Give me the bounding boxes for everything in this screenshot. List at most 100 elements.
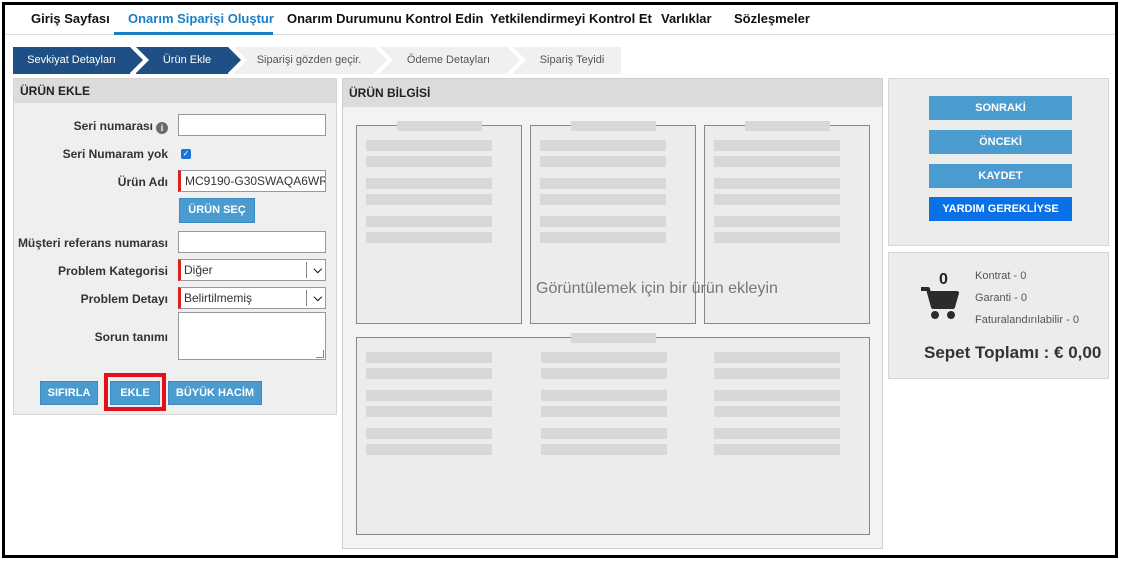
placeholder-bar — [540, 156, 666, 167]
step-label: Ödeme Detayları — [406, 54, 491, 66]
step-arrow — [507, 47, 520, 73]
step-arrow — [228, 47, 241, 73]
placeholder-bar — [541, 352, 667, 363]
info-icon[interactable]: i — [156, 122, 168, 134]
save-button[interactable]: KAYDET — [929, 164, 1072, 188]
placeholder-bar — [714, 428, 840, 439]
placeholder-bar — [714, 156, 840, 167]
add-product-panel: ÜRÜN EKLE Seri numarası i Seri Numaram yo… — [13, 78, 337, 415]
nav-create-repair-order[interactable]: Onarım Siparişi Oluştur — [128, 11, 274, 26]
product-name-label: Ürün Adı — [117, 175, 168, 189]
placeholder-bar — [366, 178, 492, 189]
nav-home[interactable]: Giriş Sayfası — [31, 11, 110, 26]
cart-total: Sepet Toplamı : € 0,00 — [924, 343, 1102, 362]
placeholder-bar — [366, 156, 492, 167]
placeholder-tab — [397, 121, 482, 131]
placeholder-bar — [714, 390, 840, 401]
product-info-panel: ÜRÜN BİLGİSİ Görüntülemek için bir ürün … — [342, 78, 883, 549]
step-shipping-details[interactable]: Sevkiyat Detayları — [13, 47, 143, 74]
nav-contracts[interactable]: Sözleşmeler — [734, 11, 810, 26]
placeholder-bar — [540, 178, 666, 189]
step-arrow — [130, 47, 143, 73]
placeholder-bar — [714, 178, 840, 189]
resize-grip-icon[interactable] — [316, 350, 324, 358]
step-add-product[interactable]: Ürün Ekle — [136, 47, 241, 74]
placeholder-bar — [541, 444, 667, 455]
placeholder-bar — [541, 368, 667, 379]
placeholder-card-wide — [356, 333, 870, 535]
problem-detail-select[interactable]: Belirtilmemiş ⌵ — [178, 287, 326, 309]
top-navigation: Giriş Sayfası Onarım Siparişi Oluştur On… — [5, 5, 1115, 35]
problem-category-select[interactable]: Diğer ⌵ — [178, 259, 326, 281]
actions-panel: SONRAKİ ÖNCEKİ KAYDET YARDIM GEREKLİYSE — [888, 78, 1109, 246]
placeholder-bar — [366, 390, 492, 401]
step-label: Siparişi gözden geçir. — [256, 54, 362, 66]
add-product-title: ÜRÜN EKLE — [14, 79, 336, 103]
placeholder-bar — [714, 216, 840, 227]
problem-description-label: Sorun tanımı — [94, 330, 168, 344]
product-info-title: ÜRÜN BİLGİSİ — [343, 79, 882, 107]
chevron-down-icon: ⌵ — [313, 292, 322, 304]
cart-count: 0 — [939, 271, 948, 288]
app-frame: Giriş Sayfası Onarım Siparişi Oluştur On… — [2, 2, 1118, 558]
cart-billable-count: Faturalandırılabilir - 0 — [975, 314, 1079, 326]
placeholder-bar — [540, 140, 666, 151]
problem-detail-label: Problem Detayı — [80, 292, 168, 306]
step-review-order[interactable]: Siparişi gözden geçir. — [234, 47, 387, 74]
customer-reference-input[interactable] — [178, 231, 326, 253]
add-button-highlight — [104, 373, 166, 411]
placeholder-bar — [714, 444, 840, 455]
empty-product-message: Görüntülemek için bir ürün ekleyin — [536, 280, 778, 297]
select-separator — [306, 290, 307, 306]
help-button[interactable]: YARDIM GEREKLİYSE — [929, 197, 1072, 221]
cart-summary-panel: 0 Kontrat - 0 Garanti - 0 Faturalandırıl… — [888, 252, 1109, 379]
step-label: Sipariş Teyidi — [539, 54, 605, 66]
select-product-button[interactable]: ÜRÜN SEÇ — [179, 198, 255, 223]
nav-assets[interactable]: Varlıklar — [661, 11, 712, 26]
no-serial-checkbox[interactable]: ✓ — [181, 149, 191, 159]
placeholder-bar — [714, 232, 840, 243]
placeholder-tab — [571, 121, 656, 131]
placeholder-bar — [714, 406, 840, 417]
placeholder-bar — [714, 140, 840, 151]
product-name-input[interactable] — [178, 170, 326, 192]
placeholder-bar — [366, 194, 492, 205]
placeholder-bar — [541, 428, 667, 439]
problem-description-textarea[interactable] — [178, 312, 326, 360]
select-separator — [306, 262, 307, 278]
placeholder-bar — [714, 368, 840, 379]
placeholder-bar — [714, 194, 840, 205]
cart-contract-count: Kontrat - 0 — [975, 270, 1027, 282]
placeholder-bar — [366, 444, 492, 455]
step-label: Sevkiyat Detayları — [27, 54, 116, 66]
step-order-confirmation[interactable]: Sipariş Teyidi — [513, 47, 621, 74]
placeholder-bar — [714, 352, 840, 363]
reset-button[interactable]: SIFIRLA — [40, 381, 98, 405]
nav-check-authorization[interactable]: Yetkilendirmeyi Kontrol Et — [490, 11, 652, 26]
chevron-down-icon: ⌵ — [313, 264, 322, 276]
nav-check-repair-status[interactable]: Onarım Durumunu Kontrol Edin — [287, 11, 483, 26]
previous-button[interactable]: ÖNCEKİ — [929, 130, 1072, 154]
placeholder-bar — [540, 216, 666, 227]
placeholder-bar — [366, 368, 492, 379]
bulk-button[interactable]: BÜYÜK HACİM — [168, 381, 262, 405]
problem-detail-value: Belirtilmemiş — [184, 291, 253, 305]
next-button[interactable]: SONRAKİ — [929, 96, 1072, 120]
step-arrow — [374, 47, 387, 73]
placeholder-bar — [366, 216, 492, 227]
placeholder-bar — [366, 140, 492, 151]
nav-active-underline — [114, 32, 273, 35]
serial-number-label-text: Seri numarası — [73, 119, 153, 133]
placeholder-bar — [541, 390, 667, 401]
placeholder-bar — [366, 428, 492, 439]
placeholder-bar — [541, 406, 667, 417]
placeholder-card — [356, 121, 522, 324]
placeholder-tab — [745, 121, 830, 131]
step-label: Ürün Ekle — [162, 54, 212, 66]
step-payment-details[interactable]: Ödeme Detayları — [380, 47, 520, 74]
placeholder-tab — [571, 333, 656, 343]
serial-number-input[interactable] — [178, 114, 326, 136]
placeholder-bar — [540, 194, 666, 205]
customer-reference-label: Müşteri referans numarası — [17, 236, 168, 250]
placeholder-bar — [540, 232, 666, 243]
